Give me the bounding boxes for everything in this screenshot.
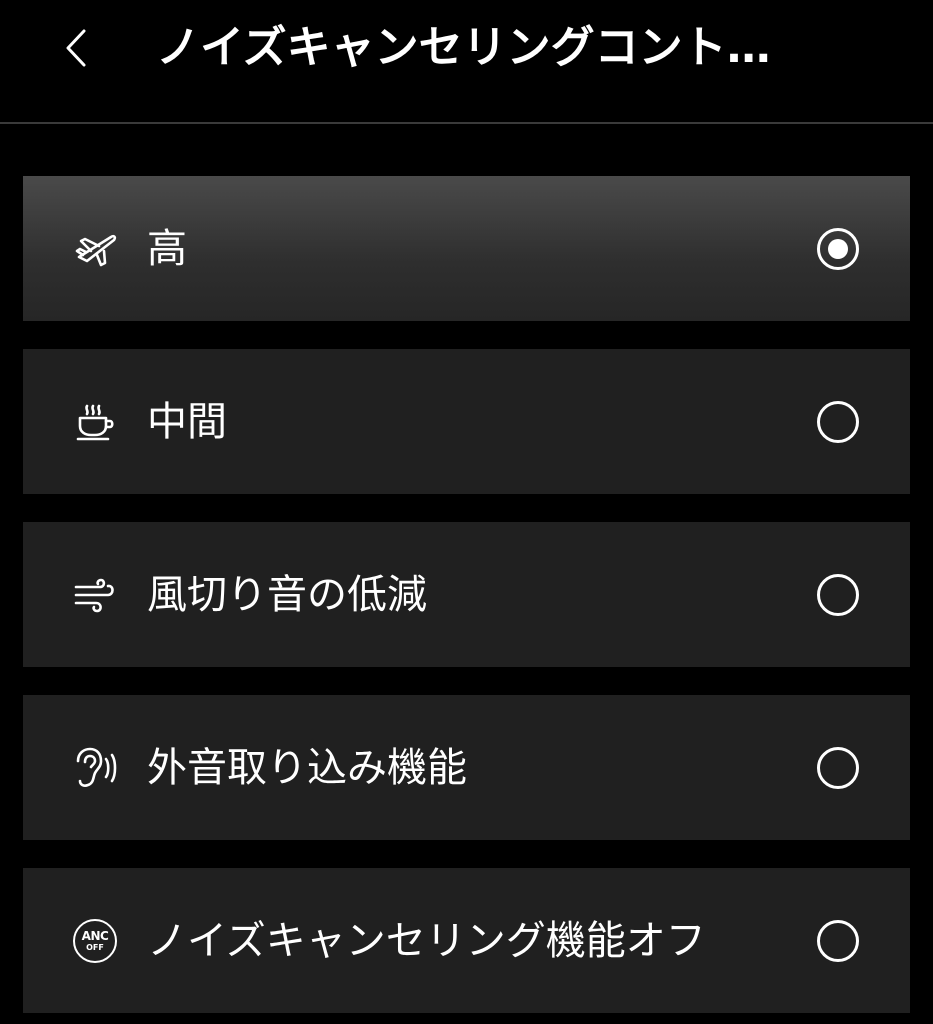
- option-label: 中間: [147, 399, 227, 445]
- option-label: 風切り音の低減: [147, 572, 427, 618]
- radio-selected[interactable]: [817, 228, 859, 270]
- radio-unselected[interactable]: [817, 747, 859, 789]
- option-high[interactable]: 高: [23, 176, 910, 321]
- option-label: 外音取り込み機能: [147, 745, 467, 791]
- radio-unselected[interactable]: [817, 920, 859, 962]
- radio-unselected[interactable]: [817, 401, 859, 443]
- top-app-bar: ノイズキャンセリングコント…: [0, 0, 933, 124]
- page-title: ノイズキャンセリングコント…: [156, 22, 771, 73]
- coffee-cup-icon: [70, 399, 120, 445]
- option-medium[interactable]: 中間: [23, 349, 910, 494]
- radio-dot: [828, 239, 848, 259]
- anc-badge-top: ANC: [81, 929, 109, 943]
- option-label: 高: [147, 226, 187, 272]
- option-label: ノイズキャンセリング機能オフ: [147, 918, 706, 964]
- ear-sound-icon: [70, 745, 120, 791]
- back-button[interactable]: [52, 24, 100, 72]
- anc-off-icon: ANC OFF: [70, 918, 120, 964]
- option-wind-reduction[interactable]: 風切り音の低減: [23, 522, 910, 667]
- airplane-icon: [70, 226, 120, 272]
- wind-icon: [70, 572, 120, 618]
- radio-unselected[interactable]: [817, 574, 859, 616]
- option-anc-off[interactable]: ANC OFF ノイズキャンセリング機能オフ: [23, 868, 910, 1013]
- anc-off-badge: ANC OFF: [73, 919, 117, 963]
- option-ambient-sound[interactable]: 外音取り込み機能: [23, 695, 910, 840]
- anc-badge-bottom: OFF: [86, 943, 104, 952]
- chevron-left-icon: [66, 29, 86, 67]
